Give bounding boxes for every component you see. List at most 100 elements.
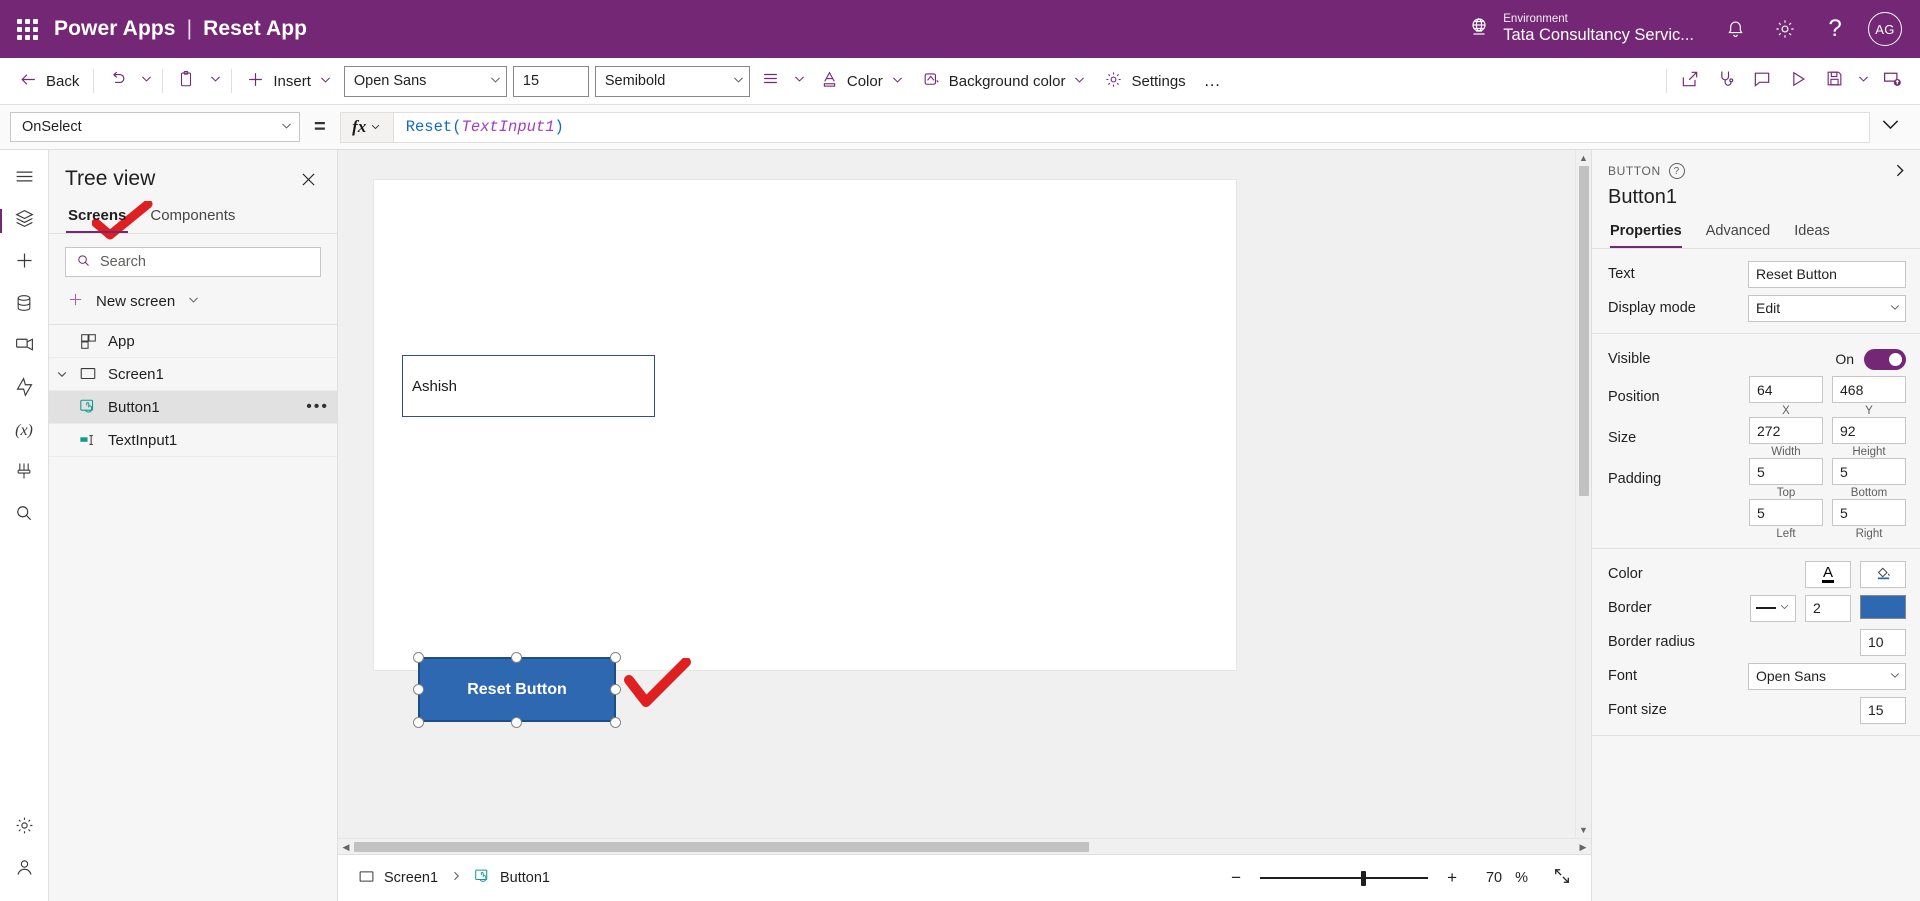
undo-menu-button[interactable] [135, 65, 157, 97]
position-x-field[interactable]: 64 [1749, 376, 1823, 403]
tab-ideas[interactable]: Ideas [1794, 223, 1829, 248]
font-size-field[interactable]: 15 [1860, 697, 1906, 724]
chevron-down-icon[interactable] [49, 368, 75, 380]
text-field[interactable]: Reset Button [1748, 261, 1906, 288]
canvas-horizontal-scrollbar[interactable]: ◀ ▶ [338, 838, 1591, 854]
horizontal-scroll-thumb[interactable] [354, 842, 1089, 852]
padding-right-field[interactable]: 5 [1832, 499, 1906, 526]
font-weight-select[interactable]: Semibold [595, 66, 750, 97]
search-input[interactable]: Search [65, 247, 321, 277]
save-menu-button[interactable] [1852, 65, 1874, 97]
resize-handle-bc[interactable] [511, 717, 522, 728]
insert-button[interactable]: Insert [237, 63, 341, 99]
hamburger-menu-button[interactable] [3, 158, 45, 200]
close-icon[interactable] [295, 166, 321, 192]
zoom-in-button[interactable]: + [1441, 867, 1463, 889]
notifications-button[interactable] [1710, 0, 1760, 58]
vertical-scroll-thumb[interactable] [1579, 166, 1589, 496]
zoom-out-button[interactable]: − [1225, 867, 1247, 889]
formula-expand-button[interactable] [1870, 115, 1910, 139]
tree-item-more-button[interactable]: ••• [306, 402, 329, 412]
padding-bottom-field[interactable]: 5 [1832, 458, 1906, 485]
paste-menu-button[interactable] [204, 65, 226, 97]
data-rail-button[interactable] [3, 284, 45, 326]
border-style-select[interactable] [1750, 595, 1796, 622]
account-rail-button[interactable] [3, 849, 45, 891]
app-checker-button[interactable] [1708, 64, 1744, 98]
app-launcher-button[interactable] [0, 19, 54, 40]
paste-button[interactable] [168, 64, 204, 98]
border-width-field[interactable]: 2 [1805, 595, 1851, 622]
zoom-slider[interactable] [1260, 868, 1428, 888]
tree-item-screen1[interactable]: Screen1 [49, 358, 337, 391]
tab-components[interactable]: Components [148, 202, 237, 233]
visible-toggle[interactable] [1864, 349, 1906, 370]
padding-top-field[interactable]: 5 [1749, 458, 1823, 485]
help-icon[interactable]: ? [1669, 163, 1685, 179]
canvas-vertical-scrollbar[interactable]: ▲ ▼ [1575, 150, 1591, 838]
font-size-input[interactable]: 15 [513, 66, 589, 97]
border-color-swatch[interactable] [1860, 595, 1906, 619]
insert-rail-button[interactable] [3, 242, 45, 284]
horizontal-scroll-track[interactable] [354, 840, 1575, 854]
fx-button[interactable]: fx [340, 112, 394, 143]
background-color-button[interactable]: Background color [913, 63, 1096, 99]
scroll-left-arrow-icon[interactable]: ◀ [338, 839, 354, 855]
tree-view-button[interactable] [3, 200, 45, 242]
text-color-button[interactable]: A [1805, 561, 1851, 588]
formula-input[interactable]: Reset(TextInput1) [394, 112, 1870, 143]
publish-button[interactable] [1874, 64, 1910, 98]
components-rail-button[interactable] [3, 452, 45, 494]
resize-handle-mr[interactable] [610, 684, 621, 695]
size-height-field[interactable]: 92 [1832, 417, 1906, 444]
search-rail-button[interactable] [3, 494, 45, 536]
save-button[interactable] [1816, 64, 1852, 98]
color-button[interactable]: Color [811, 63, 913, 99]
undo-button[interactable] [99, 64, 135, 98]
property-select[interactable]: OnSelect [10, 112, 300, 142]
breadcrumb-screen[interactable]: Screen1 [352, 864, 444, 893]
scroll-up-arrow-icon[interactable]: ▲ [1576, 150, 1592, 166]
overflow-menu-button[interactable]: … [1195, 64, 1231, 98]
align-menu-button[interactable] [789, 65, 811, 97]
power-automate-rail-button[interactable] [3, 368, 45, 410]
settings-button[interactable] [1760, 0, 1810, 58]
resize-handle-tr[interactable] [610, 652, 621, 663]
canvas-surface[interactable]: Ashish Reset Button [338, 150, 1575, 838]
tab-screens[interactable]: Screens [66, 202, 128, 233]
back-button[interactable]: Back [10, 63, 88, 99]
font-family-select[interactable]: Open Sans [344, 66, 507, 97]
collapse-panel-button[interactable] [1891, 162, 1908, 184]
comments-button[interactable] [1744, 64, 1780, 98]
display-mode-select[interactable]: Edit [1748, 295, 1906, 322]
help-button[interactable]: ? [1810, 0, 1860, 58]
environment-selector[interactable]: Environment Tata Consultancy Servic... [1451, 0, 1710, 58]
padding-left-field[interactable]: 5 [1749, 499, 1823, 526]
tab-properties[interactable]: Properties [1610, 223, 1682, 248]
resize-handle-ml[interactable] [413, 684, 424, 695]
tab-advanced[interactable]: Advanced [1706, 223, 1771, 248]
resize-handle-br[interactable] [610, 717, 621, 728]
position-y-field[interactable]: 468 [1832, 376, 1906, 403]
tree-item-button1[interactable]: Button1 ••• [49, 391, 337, 424]
breadcrumb-control[interactable]: Button1 [468, 864, 556, 893]
new-screen-button[interactable]: New screen [49, 281, 337, 325]
fit-to-screen-button[interactable] [1547, 864, 1577, 892]
canvas-text-input[interactable]: Ashish [402, 355, 655, 417]
preview-button[interactable] [1780, 64, 1816, 98]
resize-handle-bl[interactable] [413, 717, 424, 728]
resize-handle-tc[interactable] [511, 652, 522, 663]
share-button[interactable] [1672, 64, 1708, 98]
tree-item-app[interactable]: App [49, 325, 337, 358]
fill-color-button[interactable] [1860, 561, 1906, 588]
size-width-field[interactable]: 272 [1749, 417, 1823, 444]
media-rail-button[interactable] [3, 326, 45, 368]
zoom-slider-knob[interactable] [1361, 871, 1366, 886]
scroll-right-arrow-icon[interactable]: ▶ [1575, 839, 1591, 855]
scroll-down-arrow-icon[interactable]: ▼ [1576, 822, 1592, 838]
tree-item-textinput1[interactable]: TextInput1 [49, 424, 337, 457]
variables-rail-button[interactable]: (x) [3, 410, 45, 452]
border-radius-field[interactable]: 10 [1860, 629, 1906, 656]
canvas-reset-button[interactable]: Reset Button [418, 657, 616, 722]
settings-rail-button[interactable] [3, 807, 45, 849]
